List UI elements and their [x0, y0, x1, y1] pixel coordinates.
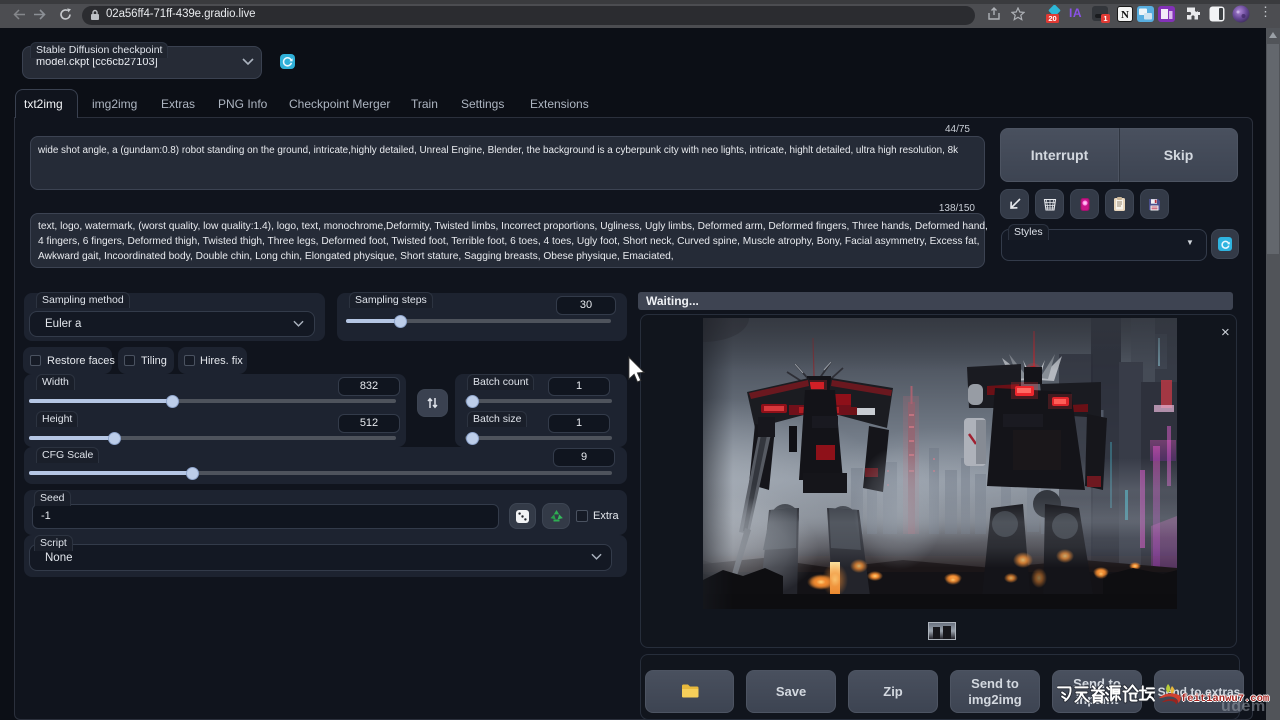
- svg-text:20: 20: [1048, 14, 1056, 23]
- svg-text:N: N: [1121, 9, 1129, 21]
- svg-text:1: 1: [1103, 14, 1107, 23]
